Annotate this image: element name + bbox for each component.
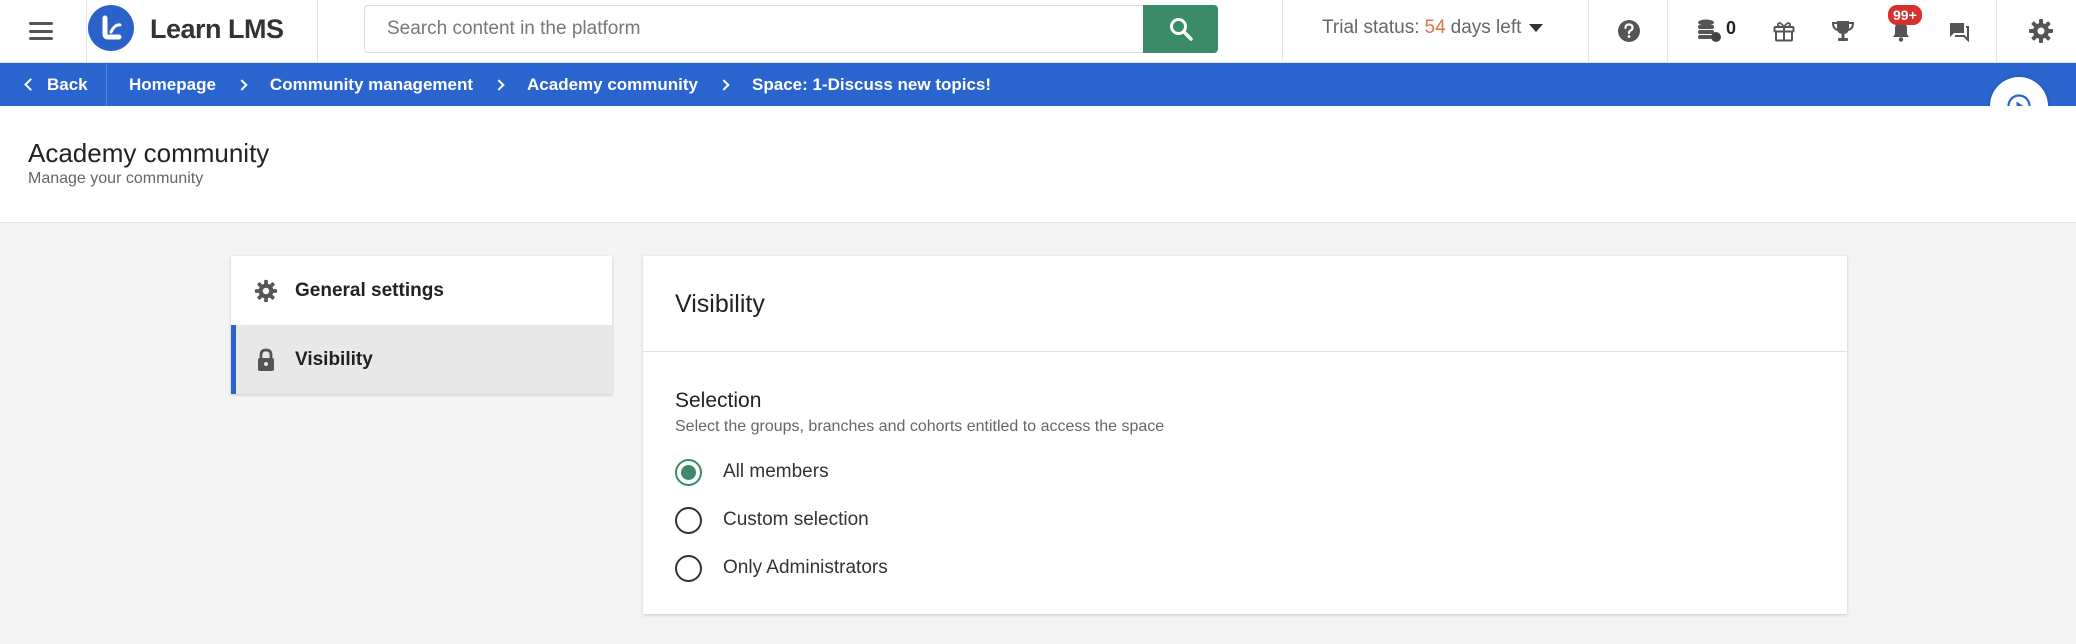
gear-icon: [253, 278, 279, 304]
breadcrumb-item-academy-community[interactable]: Academy community: [527, 75, 698, 95]
divider: [1282, 0, 1283, 63]
radio-button-checked[interactable]: [675, 458, 702, 486]
radio-label: Only Administrators: [723, 557, 888, 578]
chevron-right-icon: [493, 78, 505, 91]
divider: [317, 0, 318, 63]
coins-count: 0: [1726, 18, 1737, 38]
breadcrumb: Back Homepage Community management Acade…: [0, 63, 2076, 106]
breadcrumb-trail: Homepage Community management Academy co…: [129, 63, 991, 106]
coins-icon[interactable]: [1694, 16, 1724, 46]
breadcrumb-item-community-management[interactable]: Community management: [270, 75, 473, 95]
divider: [1588, 0, 1589, 63]
lock-icon: [253, 347, 279, 373]
visibility-panel: Visibility Selection Select the groups, …: [643, 256, 1847, 614]
radio-label: All members: [723, 461, 829, 482]
chevron-right-icon: [236, 78, 248, 91]
chat-icon[interactable]: [1944, 16, 1974, 46]
gift-icon[interactable]: [1769, 16, 1799, 46]
chevron-right-icon: [718, 78, 730, 91]
trophy-icon[interactable]: [1828, 16, 1858, 46]
radio-button[interactable]: [675, 506, 702, 534]
radio-button[interactable]: [675, 554, 702, 582]
settings-menu: General settings Visibility: [231, 256, 612, 394]
menu-item-label: General settings: [295, 279, 444, 301]
top-bar: Learn LMS Trial status: 54 days left 0: [0, 0, 2076, 63]
panel-title: Visibility: [675, 290, 765, 318]
section-title: Selection: [675, 389, 762, 412]
breadcrumb-item-current-space: Space: 1-Discuss new topics!: [752, 74, 992, 94]
menu-icon[interactable]: [24, 19, 58, 43]
search-input[interactable]: [364, 5, 1144, 53]
logo-icon[interactable]: [88, 5, 134, 51]
divider: [1667, 0, 1668, 63]
gear-icon[interactable]: [2026, 16, 2056, 46]
trial-days-suffix: days left: [1450, 17, 1522, 38]
trial-status-label: Trial status:: [1322, 17, 1420, 38]
back-label: Back: [47, 74, 88, 94]
trial-status-dropdown[interactable]: Trial status: 54 days left: [1322, 17, 1544, 39]
search-icon: [1169, 18, 1193, 41]
menu-item-general-settings[interactable]: General settings: [231, 256, 612, 325]
radio-custom-selection[interactable]: Custom selection: [675, 505, 869, 535]
menu-item-visibility[interactable]: Visibility: [231, 325, 612, 394]
divider: [643, 351, 1847, 352]
back-button[interactable]: Back: [0, 63, 107, 106]
radio-all-members[interactable]: All members: [675, 457, 829, 487]
brand-name: Learn LMS: [150, 14, 284, 44]
page-subtitle: Manage your community: [28, 170, 204, 187]
search-button[interactable]: [1143, 5, 1218, 53]
chevron-left-icon: [24, 78, 37, 91]
divider: [1996, 0, 1997, 63]
radio-label: Custom selection: [723, 509, 869, 530]
radio-only-administrators[interactable]: Only Administrators: [675, 553, 888, 583]
caret-down-icon: [1529, 24, 1544, 32]
page-title: Academy community: [28, 138, 270, 168]
help-icon[interactable]: [1614, 16, 1644, 46]
trial-days-count: 54: [1424, 17, 1446, 38]
page-header: Academy community Manage your community: [0, 106, 2076, 223]
menu-item-label: Visibility: [295, 348, 373, 370]
notification-badge: 99+: [1888, 5, 1922, 25]
divider: [86, 0, 87, 63]
section-description: Select the groups, branches and cohorts …: [675, 418, 1165, 435]
breadcrumb-item-homepage[interactable]: Homepage: [129, 75, 216, 95]
